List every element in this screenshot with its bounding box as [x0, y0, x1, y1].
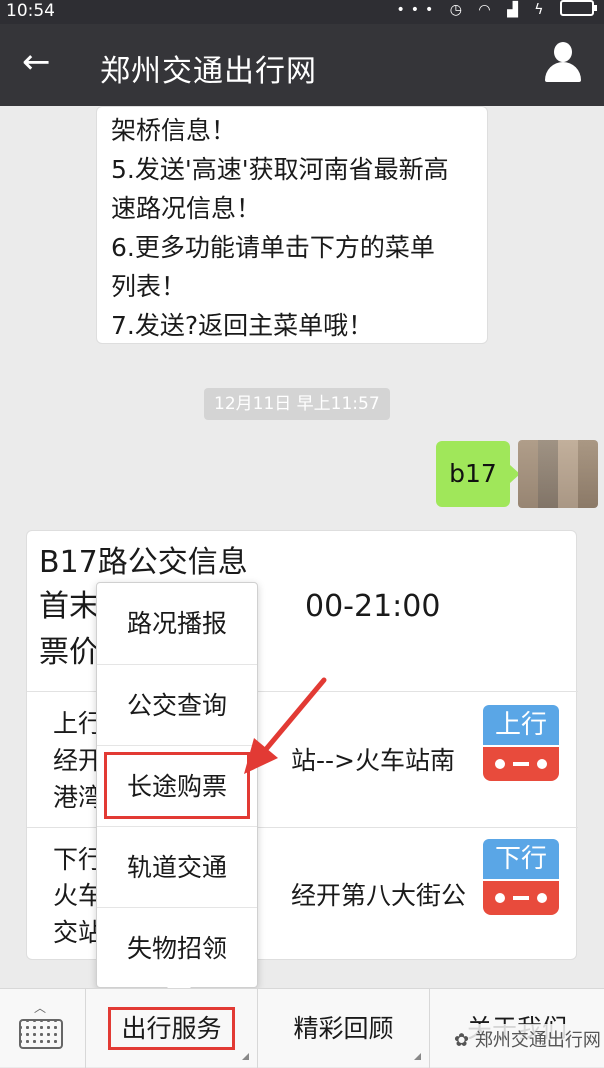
- keyboard-toggle-button[interactable]: ︿: [0, 989, 86, 1068]
- outgoing-message[interactable]: b17: [436, 441, 520, 507]
- wechat-logo-icon: ✿: [454, 1030, 470, 1051]
- status-time: 10:54: [6, 1, 55, 21]
- menu-label: 精彩回顾: [293, 1014, 394, 1043]
- back-arrow-icon[interactable]: ←: [22, 42, 51, 82]
- menu-item-lost-found[interactable]: 失物招领: [97, 907, 257, 988]
- watermark: ✿ 郑州交通出行网: [450, 1024, 604, 1054]
- card-title: B17路公交信息: [39, 545, 248, 580]
- up-bus-icon[interactable]: 上行: [479, 705, 563, 789]
- menu-item-bus-query[interactable]: 公交查询: [97, 664, 257, 745]
- down-bus-icon[interactable]: 下行: [479, 839, 563, 923]
- signal-icon: ▟: [507, 2, 524, 18]
- message-line: 6.更多功能请单击下方的菜单: [111, 233, 435, 262]
- hours-value: 00-21:00: [305, 589, 441, 624]
- message-line: 7.发送?返回主菜单哦！: [111, 311, 374, 340]
- menu-highlights[interactable]: 精彩回顾: [258, 989, 430, 1068]
- down-route-end: 经开第八大街公: [291, 881, 467, 910]
- menu-label: 出行服务: [108, 1007, 235, 1050]
- status-bar: 10:54 ••• ◷ ◠ ▟ ϟ: [0, 0, 604, 24]
- menu-item-long-distance-ticket[interactable]: 长途购票: [97, 745, 257, 826]
- dots-icon: •••: [396, 2, 440, 18]
- user-profile-icon[interactable]: [544, 42, 582, 82]
- wifi-icon: ◠: [478, 2, 497, 18]
- incoming-message[interactable]: 架桥信息！ 5.发送'高速'获取河南省最新高 速路况信息！ 6.更多功能请单击下…: [96, 106, 488, 344]
- user-avatar[interactable]: [518, 440, 598, 508]
- submenu-indicator-icon: [414, 1053, 421, 1060]
- down-badge: 下行: [483, 839, 559, 879]
- hours-label: 首末: [39, 589, 99, 624]
- submenu-indicator-icon: [242, 1053, 249, 1060]
- app-bar: ← 郑州交通出行网: [0, 24, 604, 106]
- chat-title: 郑州交通出行网: [100, 54, 317, 89]
- keyboard-icon: [19, 1019, 63, 1049]
- popup-menu: 路况播报 公交查询 长途购票 轨道交通 失物招领: [96, 582, 258, 999]
- message-line: 列表！: [111, 272, 187, 301]
- chevron-up-icon: ︿: [34, 1001, 47, 1015]
- alarm-icon: ◷: [449, 2, 468, 18]
- status-icons: ••• ◷ ◠ ▟ ϟ: [396, 0, 597, 18]
- message-line: 架桥信息！: [111, 116, 237, 145]
- menu-item-road-report[interactable]: 路况播报: [97, 583, 257, 664]
- card-fare: 票价: [39, 635, 99, 670]
- menu-travel-services[interactable]: 出行服务: [86, 989, 258, 1068]
- battery-icon: [560, 0, 597, 16]
- charging-icon: ϟ: [534, 2, 550, 18]
- message-timestamp: 12月11日 早上11:57: [204, 388, 390, 420]
- menu-item-rail-transit[interactable]: 轨道交通: [97, 826, 257, 907]
- message-line: 速路况信息！: [111, 194, 262, 223]
- message-line: 5.发送'高速'获取河南省最新高: [111, 155, 449, 184]
- up-badge: 上行: [483, 705, 559, 745]
- pointer-arrow-icon: [244, 677, 327, 774]
- watermark-text: 郑州交通出行网: [474, 1030, 601, 1051]
